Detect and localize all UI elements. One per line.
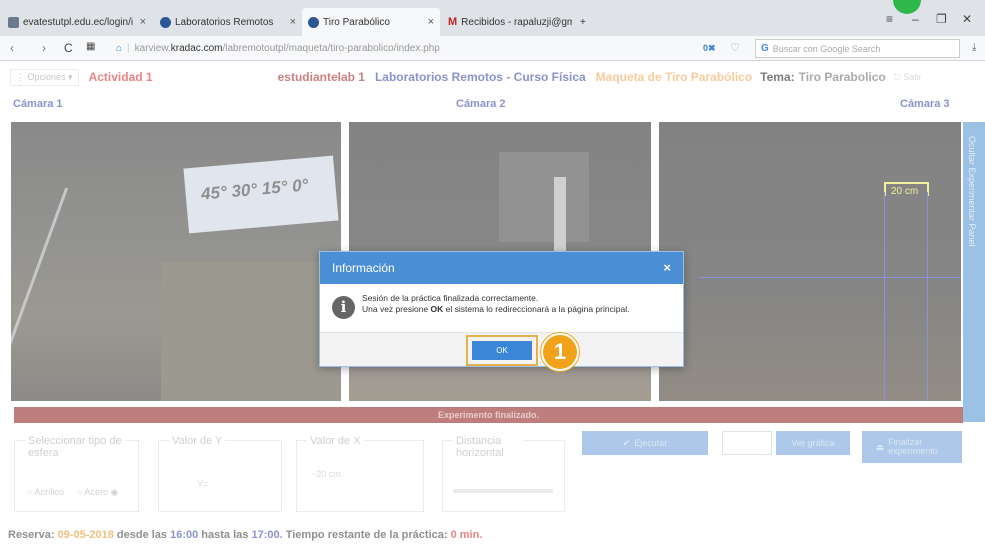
ok-highlight: OK: [466, 335, 538, 366]
url-field[interactable]: ⌂ | karview.kradac.com/labremotoutpl/maq…: [112, 39, 732, 58]
reload-icon[interactable]: C: [64, 41, 73, 55]
menu-icon[interactable]: ≡: [886, 12, 893, 26]
close-icon[interactable]: ×: [140, 16, 146, 28]
site-info-icon[interactable]: ⌂: [116, 43, 122, 54]
apps-icon[interactable]: ▦: [86, 41, 95, 52]
document-icon: [8, 16, 19, 28]
dialog-header: Información ×: [320, 252, 683, 284]
gmail-icon: M: [448, 16, 458, 28]
download-icon[interactable]: ⤓: [972, 42, 976, 53]
search-field[interactable]: G Buscar con Google Search: [755, 39, 960, 58]
restore-icon[interactable]: ❐: [936, 12, 947, 26]
step-number-badge: 1: [541, 333, 579, 371]
google-icon: G: [761, 43, 769, 54]
site-icon: [160, 16, 171, 28]
close-icon[interactable]: ×: [663, 260, 671, 275]
heart-icon[interactable]: ♡: [730, 41, 740, 54]
forward-icon[interactable]: ›: [42, 41, 46, 55]
close-window-icon[interactable]: ✕: [962, 12, 972, 26]
dialog-title: Información: [332, 261, 395, 275]
tab-gmail[interactable]: M Recibidos - rapaluzji@gm ×: [442, 8, 572, 36]
ok-button[interactable]: OK: [472, 341, 532, 360]
extension-badge[interactable]: 0✖: [703, 43, 716, 54]
tab-tiro-parabolico[interactable]: Tiro Parabólico ×: [302, 8, 440, 36]
site-icon: [308, 16, 319, 28]
minimize-icon[interactable]: –: [912, 12, 919, 26]
dialog-body: i Sesión de la práctica finalizada corre…: [320, 284, 683, 332]
dialog-footer: OK: [320, 332, 683, 366]
tab-laboratorios[interactable]: Laboratorios Remotos ×: [154, 8, 302, 36]
browser-tab-bar: evatestutpl.edu.ec/login/i × Laboratorio…: [0, 0, 985, 36]
dialog-message: Sesión de la práctica finalizada correct…: [362, 293, 630, 314]
address-bar: ‹ › C ▦ ⌂ | karview.kradac.com/labremoto…: [0, 36, 985, 61]
close-icon[interactable]: ×: [428, 16, 434, 28]
info-dialog: Información × i Sesión de la práctica fi…: [319, 251, 684, 367]
close-icon[interactable]: ×: [290, 16, 296, 28]
back-icon[interactable]: ‹: [10, 41, 14, 55]
tab-evatest[interactable]: evatestutpl.edu.ec/login/i ×: [2, 8, 152, 36]
info-icon: i: [332, 296, 355, 319]
new-tab-button[interactable]: +: [574, 8, 598, 36]
